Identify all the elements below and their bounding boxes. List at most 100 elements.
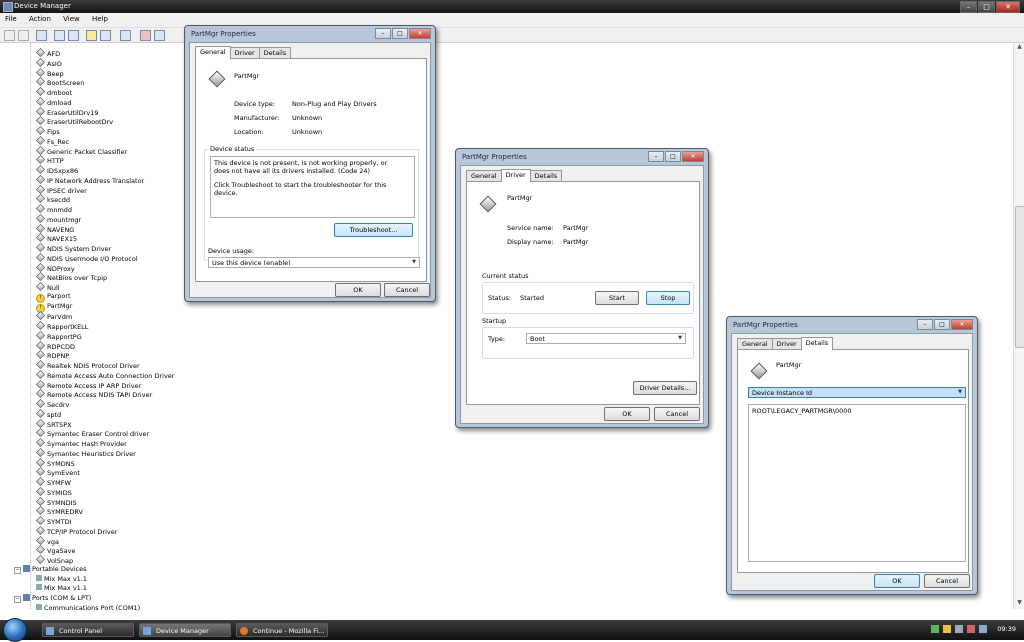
- tab-details[interactable]: Details: [800, 337, 834, 350]
- scan-hardware-icon[interactable]: [154, 30, 165, 41]
- properties-icon[interactable]: [54, 30, 65, 41]
- property-select[interactable]: Device Instance Id ▼: [748, 387, 966, 398]
- dialog-close-button[interactable]: ✕: [682, 151, 704, 162]
- vertical-scrollbar[interactable]: ▲ ▼: [1013, 43, 1024, 609]
- tree-item[interactable]: Null: [36, 282, 60, 292]
- tree-item[interactable]: mnmdd: [36, 204, 72, 214]
- clock[interactable]: 09:39: [997, 625, 1016, 633]
- start-button[interactable]: [3, 618, 27, 642]
- taskbar-item-firefox[interactable]: Continue - Mozilla Fi...: [236, 623, 328, 637]
- tree-category[interactable]: − Ports (COM & LPT): [14, 594, 91, 603]
- maximize-button[interactable]: □: [978, 1, 995, 13]
- cancel-button[interactable]: Cancel: [384, 283, 430, 297]
- tree-item[interactable]: Secdrv: [36, 399, 69, 409]
- tree-category[interactable]: − Portable Devices: [14, 564, 86, 574]
- troubleshoot-button[interactable]: Troubleshoot...: [334, 223, 413, 237]
- tree-item[interactable]: Beep: [36, 67, 64, 78]
- tree-item[interactable]: IPSEC driver: [36, 184, 87, 195]
- property-value-list[interactable]: ROOT\LEGACY_PARTMGR\0000: [748, 404, 966, 562]
- tree-item[interactable]: AsIO: [36, 57, 62, 68]
- dialog-minimize-button[interactable]: –: [375, 28, 391, 39]
- tree-item[interactable]: IDSxpx86: [36, 165, 78, 175]
- close-button[interactable]: ✕: [996, 1, 1020, 13]
- tree-item[interactable]: RapportKELL: [36, 321, 88, 331]
- show-hide-tree-icon[interactable]: [36, 30, 47, 41]
- menu-action[interactable]: Action: [24, 13, 56, 23]
- taskbar-item-control-panel[interactable]: Control Panel: [42, 623, 134, 637]
- forward-icon[interactable]: [18, 30, 29, 41]
- view-icon[interactable]: [100, 30, 111, 41]
- dialog-close-button[interactable]: ✕: [409, 28, 431, 39]
- tree-item[interactable]: Fips: [36, 126, 60, 136]
- device-usage-select[interactable]: Use this device (enable) ▼: [208, 257, 420, 268]
- tree-item[interactable]: RDPNP: [36, 350, 69, 360]
- tree-item[interactable]: SYMNDIS: [36, 496, 77, 507]
- tree-item[interactable]: NAVEX15: [36, 233, 77, 243]
- tree-item[interactable]: NetBios over Tcpip: [36, 272, 107, 282]
- volume-icon[interactable]: [955, 625, 963, 633]
- tree-item[interactable]: Remote Access NDIS TAPI Driver: [36, 389, 152, 399]
- tree-item[interactable]: NDProxy: [36, 262, 75, 273]
- tree-item[interactable]: Communications Port (COM1): [36, 603, 140, 613]
- dialog-maximize-button[interactable]: □: [934, 319, 950, 330]
- cancel-button[interactable]: Cancel: [924, 574, 970, 588]
- dialog-minimize-button[interactable]: –: [917, 319, 933, 330]
- tree-item[interactable]: SYMDNS: [36, 457, 75, 468]
- tree-item[interactable]: HTTP: [36, 155, 64, 165]
- tree-item[interactable]: Remote Access IP ARP Driver: [36, 379, 141, 390]
- dialog-minimize-button[interactable]: –: [648, 151, 664, 162]
- driver-details-button[interactable]: Driver Details...: [633, 381, 697, 395]
- tree-item[interactable]: SYMREDRV: [36, 506, 83, 516]
- scroll-down-icon[interactable]: ▼: [1014, 599, 1024, 609]
- tree-item[interactable]: TCP/IP Protocol Driver: [36, 525, 117, 536]
- tree-item[interactable]: vga: [36, 535, 59, 546]
- tree-item[interactable]: ksecdd: [36, 194, 70, 204]
- dialog-close-button[interactable]: ✕: [951, 319, 973, 330]
- tree-item[interactable]: dmboot: [36, 87, 72, 97]
- tree-item[interactable]: AFD: [36, 48, 60, 58]
- network-icon[interactable]: [931, 625, 939, 633]
- dialog-maximize-button[interactable]: □: [665, 151, 681, 162]
- tree-item[interactable]: Symantec Eraser Control driver: [36, 428, 149, 438]
- collapse-icon[interactable]: −: [14, 566, 21, 574]
- ok-button[interactable]: OK: [874, 574, 920, 588]
- tree-item[interactable]: SYMFW: [36, 477, 71, 487]
- tree-item[interactable]: NAVENG: [36, 223, 74, 234]
- tree-item[interactable]: Symantec Heuristics Driver: [36, 447, 136, 458]
- tree-item[interactable]: BootScreen: [36, 77, 84, 87]
- tree-item[interactable]: Symantec Hash Provider: [36, 438, 127, 448]
- tree-item[interactable]: NDIS Usermode I/O Protocol: [36, 252, 138, 263]
- update-driver-icon[interactable]: [120, 30, 131, 41]
- start-button[interactable]: Start: [595, 291, 639, 305]
- collapse-icon[interactable]: −: [14, 596, 21, 603]
- ok-button[interactable]: OK: [335, 283, 381, 297]
- tree-item[interactable]: sptd: [36, 408, 61, 419]
- minimize-button[interactable]: –: [960, 1, 977, 13]
- back-icon[interactable]: [4, 30, 15, 41]
- tree-item[interactable]: ParVdm: [36, 311, 72, 321]
- tree-item[interactable]: EraserUtilDrv19: [36, 106, 99, 117]
- scroll-up-icon[interactable]: ▲: [1014, 43, 1024, 53]
- tab-driver[interactable]: Driver: [500, 169, 531, 182]
- taskbar-item-device-manager[interactable]: Device Manager: [139, 623, 231, 637]
- tree-item[interactable]: SYMTDI: [36, 516, 72, 526]
- tree-item[interactable]: ! Parport: [36, 292, 71, 303]
- print-icon[interactable]: [68, 30, 79, 41]
- cancel-button[interactable]: Cancel: [654, 407, 700, 421]
- tree-item[interactable]: VolSnap: [36, 555, 73, 565]
- tree-item[interactable]: IP Network Address Translator: [36, 174, 144, 185]
- ok-button[interactable]: OK: [604, 407, 650, 421]
- title-bar[interactable]: Device Manager – □ ✕: [0, 0, 1024, 13]
- tree-item[interactable]: Generic Packet Classifier: [36, 145, 127, 156]
- scrollbar-thumb[interactable]: [1015, 206, 1024, 348]
- dialog-maximize-button[interactable]: □: [392, 28, 408, 39]
- security-icon[interactable]: [943, 625, 951, 633]
- tree-item[interactable]: Mix Max v1.1: [36, 574, 87, 584]
- tree-item[interactable]: VgaSave: [36, 545, 76, 555]
- tray-app-icon[interactable]: [979, 625, 987, 633]
- tree-item[interactable]: ! PartMgr: [36, 302, 72, 313]
- tree-item[interactable]: Remote Access Auto Connection Driver: [36, 369, 174, 380]
- tree-item[interactable]: EraserUtilRebootDrv: [36, 116, 113, 126]
- tree-item[interactable]: Mix Max v1.1: [36, 584, 87, 593]
- tree-item[interactable]: RapportPG: [36, 330, 82, 341]
